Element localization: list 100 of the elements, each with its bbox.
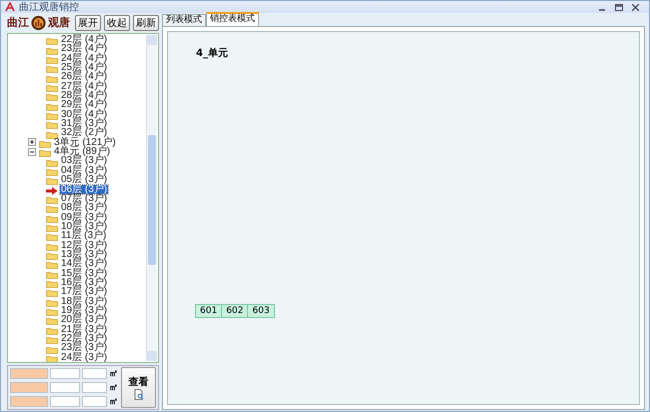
folder-icon xyxy=(46,233,58,242)
tree-item[interactable]: 05层 (3户) xyxy=(60,175,108,184)
tree-item[interactable]: 24层 (4户) xyxy=(60,54,108,64)
folder-icon xyxy=(46,102,58,111)
unit-title: 4_单元 xyxy=(196,46,229,60)
input-field[interactable] xyxy=(10,368,48,379)
tree-item[interactable]: 30层 (4户) xyxy=(60,110,108,120)
folder-icon xyxy=(46,205,58,214)
tree-item[interactable]: 11层 (3户) xyxy=(60,231,108,241)
tree-item[interactable]: 25层 (4户) xyxy=(60,63,108,72)
tree-item[interactable]: 07层 (3户) xyxy=(60,194,108,204)
tree-item[interactable]: 24层 (3户) xyxy=(60,352,108,362)
folder-icon xyxy=(46,37,58,46)
folder-icon xyxy=(46,261,58,270)
folder-icon xyxy=(46,317,58,326)
input-field[interactable] xyxy=(50,396,80,407)
room-cell[interactable]: 603 xyxy=(247,304,275,318)
tree-item[interactable]: 13层 (3户) xyxy=(60,250,108,260)
folder-icon xyxy=(46,196,58,204)
tree-item[interactable]: 08层 (3户) xyxy=(60,203,108,213)
tree-item[interactable]: 32层 (2户) xyxy=(60,128,108,138)
folder-icon xyxy=(46,298,58,307)
tree-item[interactable]: 17层 (3户) xyxy=(60,287,108,297)
tab[interactable]: 列表模式 xyxy=(162,14,206,26)
tree-item[interactable]: 31层 (3户) xyxy=(60,119,108,128)
tree-item[interactable]: 23层 (4户) xyxy=(60,44,108,54)
document-search-icon xyxy=(134,389,144,400)
tree-item[interactable]: 10层 (3户) xyxy=(60,222,108,232)
emblem-icon xyxy=(31,14,46,30)
folder-icon xyxy=(46,252,58,260)
tree-item[interactable]: 22层 (3户) xyxy=(60,334,108,344)
unit-label: ㎡ xyxy=(109,396,118,408)
tree-item[interactable]: 18层 (3户) xyxy=(60,296,108,306)
room-cell[interactable]: 602 xyxy=(221,304,248,318)
folder-icon xyxy=(46,112,58,120)
input-field[interactable] xyxy=(50,368,80,379)
scrollbar[interactable] xyxy=(146,35,157,361)
tree-item[interactable]: 20层 (3户) xyxy=(60,315,108,325)
tree-item[interactable]: 03层 (3户) xyxy=(60,156,108,166)
unit-label: ㎡ xyxy=(109,368,118,380)
tree-item[interactable]: 28层 (4户) xyxy=(60,91,108,100)
tree-item[interactable]: 15层 (3户) xyxy=(60,268,108,278)
arrow-icon xyxy=(46,186,58,195)
view-button[interactable]: 查看 xyxy=(121,367,156,408)
folder-icon xyxy=(46,280,58,288)
logo-text: 观唐 xyxy=(48,15,70,30)
folder-icon xyxy=(46,84,58,92)
folder-icon xyxy=(46,242,58,251)
folder-icon xyxy=(39,140,51,148)
folder-icon xyxy=(46,46,58,55)
folder-icon xyxy=(46,121,58,130)
input-field[interactable] xyxy=(82,396,107,407)
unit-label: ㎡ xyxy=(109,382,118,394)
folder-icon xyxy=(46,65,58,74)
toolbar-button[interactable]: 收起 xyxy=(104,14,130,30)
tree-item[interactable]: 27层 (4户) xyxy=(60,82,108,92)
tree-item[interactable]: 19层 (3户) xyxy=(60,306,108,316)
toolbar-button[interactable]: 刷新 xyxy=(133,14,159,30)
expand-toggle[interactable] xyxy=(28,138,36,146)
tab[interactable]: 销控表模式 xyxy=(206,12,259,26)
folder-icon xyxy=(46,93,58,102)
toolbar-button[interactable]: 展开 xyxy=(75,14,101,30)
folder-icon xyxy=(46,308,58,316)
tree-item[interactable]: 29层 (4户) xyxy=(60,100,108,110)
folder-icon xyxy=(46,336,58,344)
folder-icon xyxy=(46,346,58,354)
maximize-icon[interactable] xyxy=(615,4,623,10)
tree-item[interactable]: 16层 (3户) xyxy=(60,278,108,288)
tree-item[interactable]: 4单元 (89户) xyxy=(53,147,112,156)
tree-item[interactable]: 14层 (3户) xyxy=(60,259,108,269)
close-icon[interactable] xyxy=(632,4,639,10)
folder-icon xyxy=(46,168,58,176)
input-field[interactable] xyxy=(50,382,80,393)
folder-icon xyxy=(46,74,58,83)
tree-item[interactable]: 21层 (3户) xyxy=(60,324,108,334)
tree-item[interactable]: 23层 (3户) xyxy=(60,343,108,353)
folder-icon xyxy=(46,158,58,167)
room-cell[interactable]: 601 xyxy=(195,304,222,318)
folder-icon xyxy=(46,326,58,335)
folder-icon xyxy=(46,130,58,139)
window-title: 曲江观唐销控 xyxy=(19,0,79,14)
expand-toggle[interactable] xyxy=(28,148,36,156)
folder-icon xyxy=(46,289,58,298)
app-icon xyxy=(5,2,15,12)
tree-item[interactable]: 26层 (4户) xyxy=(60,72,108,82)
folder-icon xyxy=(46,270,58,279)
input-field[interactable] xyxy=(10,396,48,407)
tree-item[interactable]: 09层 (3户) xyxy=(60,212,108,222)
folder-icon xyxy=(46,224,58,232)
tree-item[interactable]: 12层 (3户) xyxy=(60,240,108,250)
folder-icon xyxy=(46,214,58,223)
folder-icon xyxy=(39,149,51,158)
folder-icon xyxy=(46,56,58,64)
input-field[interactable] xyxy=(10,382,48,393)
input-field[interactable] xyxy=(82,382,107,393)
tree-item[interactable]: 3单元 (121户) xyxy=(53,138,117,148)
folder-icon xyxy=(46,177,58,186)
tree-item[interactable]: 04层 (3户) xyxy=(60,166,108,176)
logo-text: 曲江 xyxy=(7,15,29,30)
input-field[interactable] xyxy=(82,368,107,379)
